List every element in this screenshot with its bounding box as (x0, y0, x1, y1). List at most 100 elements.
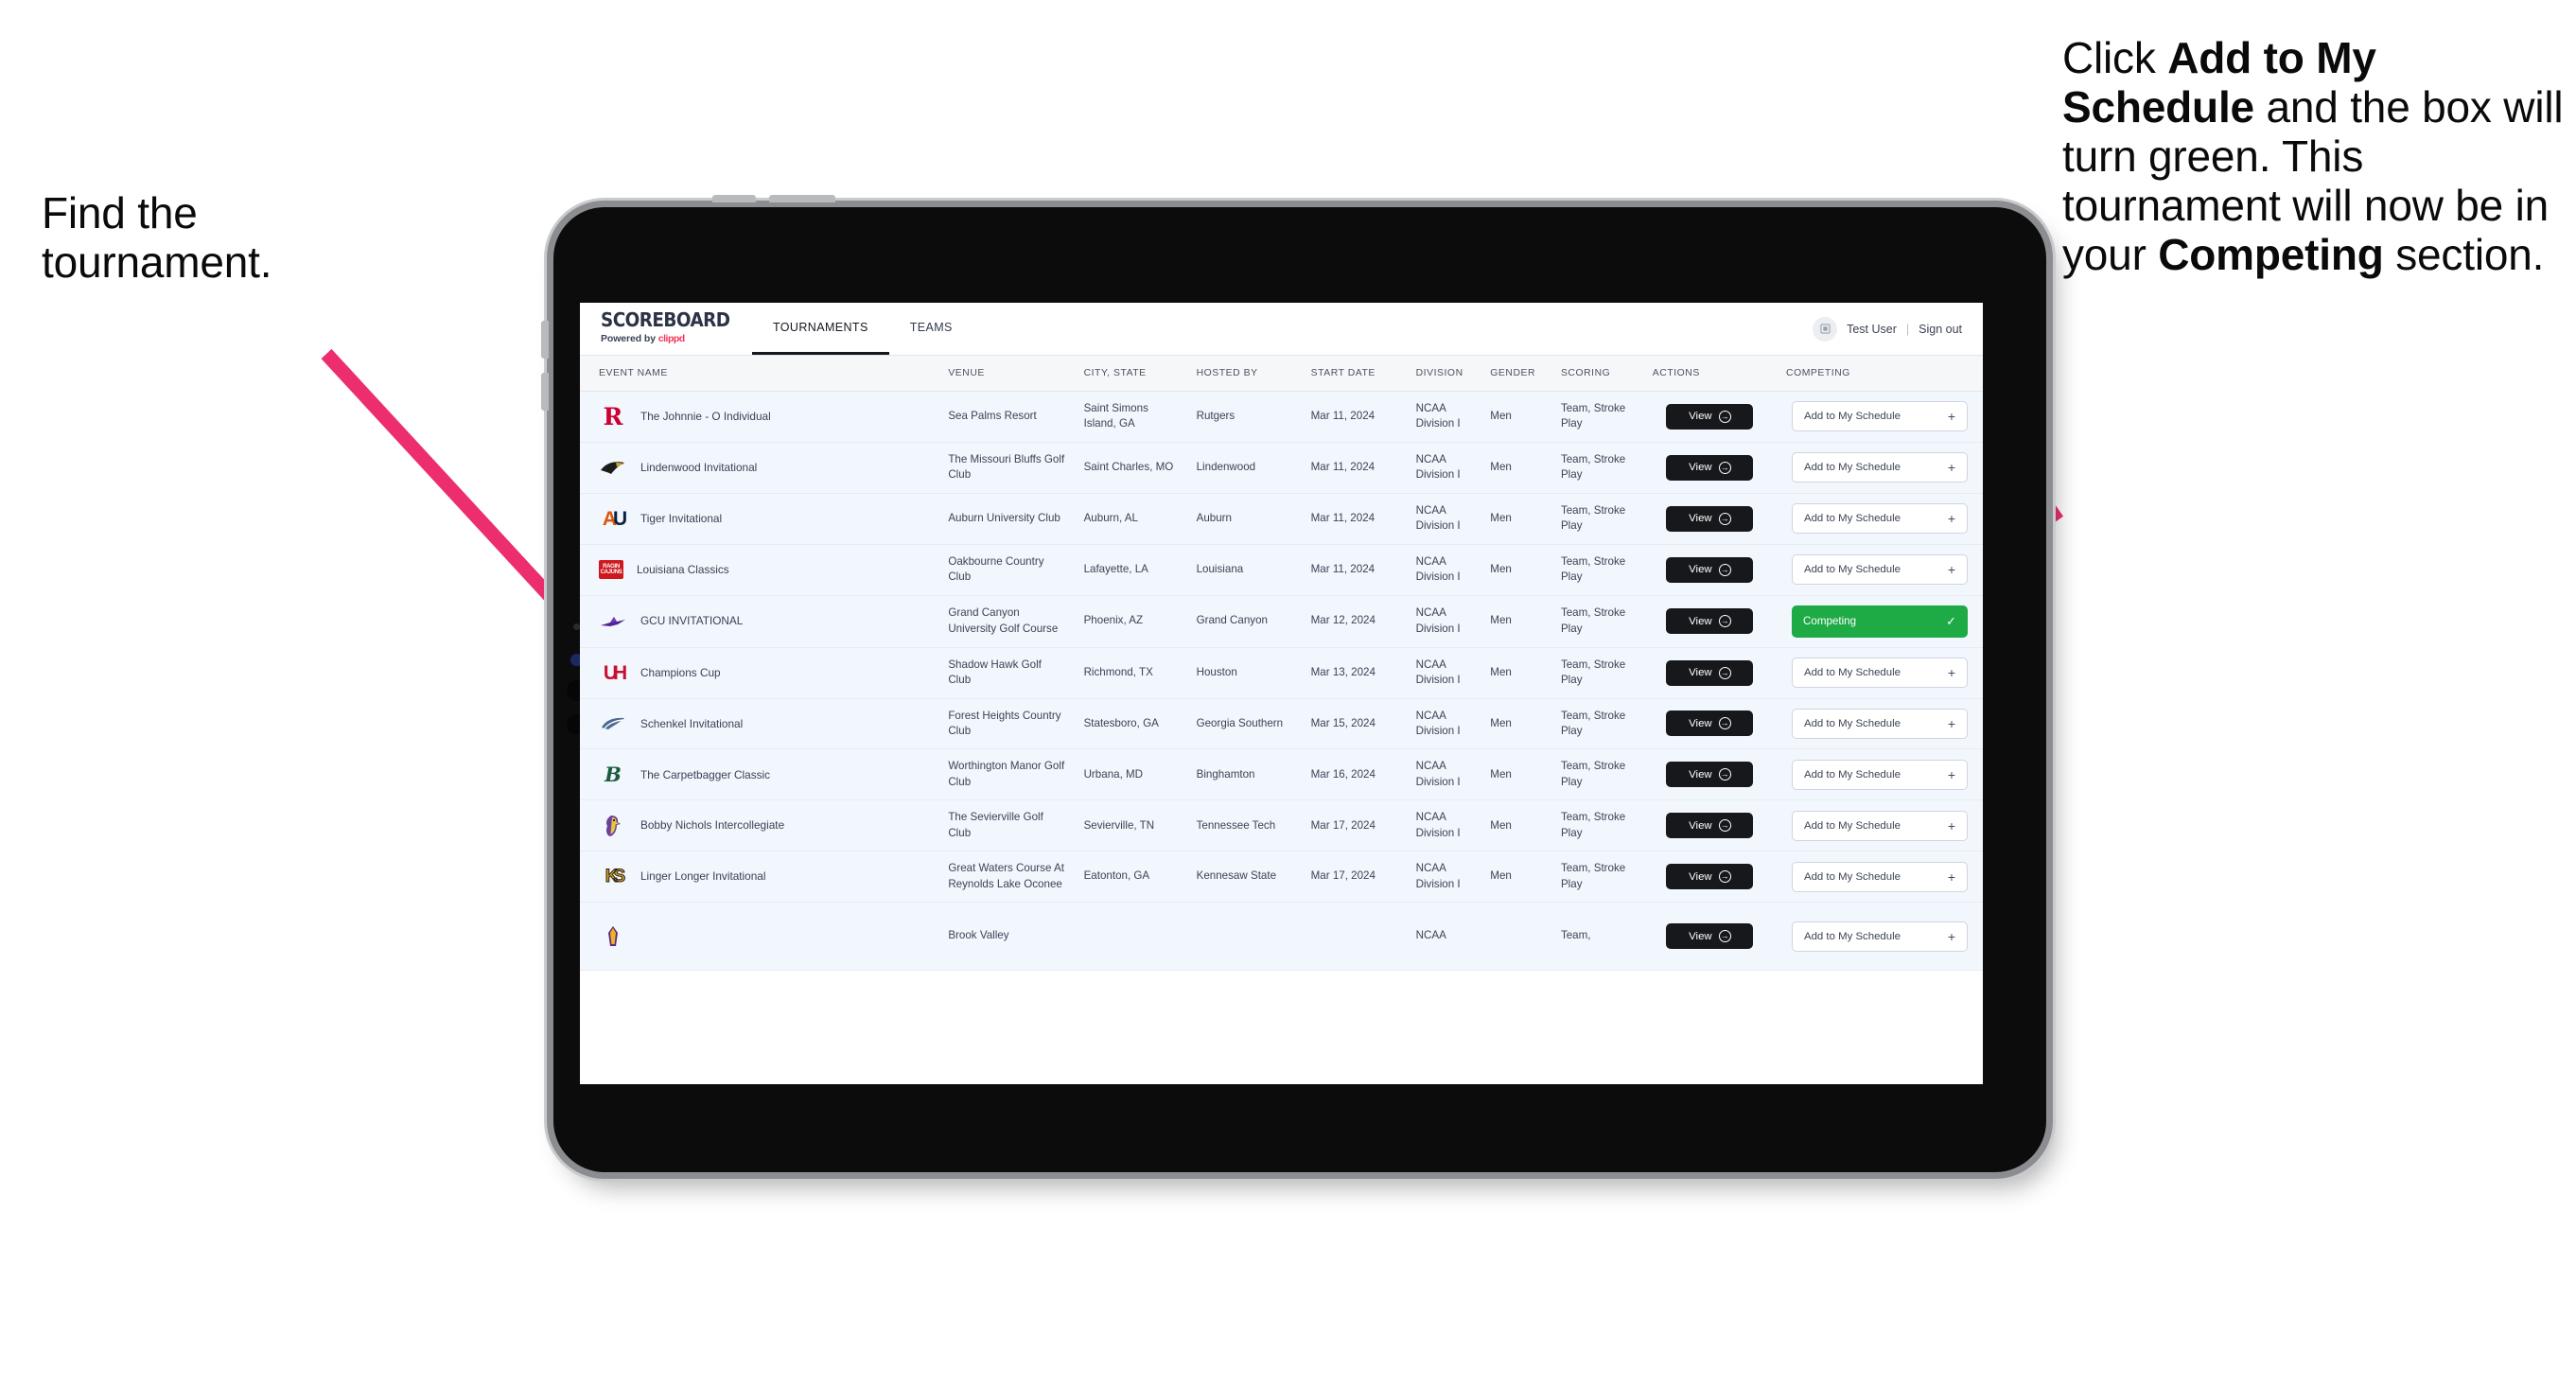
event-name-text: Louisiana Classics (637, 562, 729, 576)
tablet-volume-down-button[interactable] (769, 195, 835, 202)
table-row[interactable]: AU Tiger Invitational Auburn University … (580, 493, 1983, 545)
cell-event-name: Lindenwood Invitational (580, 442, 939, 494)
cell-city: Sevierville, TN (1074, 799, 1187, 852)
add-to-my-schedule-button[interactable]: Add to My Schedule + (1792, 503, 1968, 535)
arrow-right-circle-icon: → (1718, 461, 1731, 474)
view-button[interactable]: View → (1666, 505, 1754, 532)
table-row[interactable]: Schenkel Invitational Forest Heights Cou… (580, 698, 1983, 750)
binghamton-logo: B (605, 763, 622, 787)
view-button[interactable]: View → (1666, 864, 1754, 890)
add-to-my-schedule-label: Add to My Schedule (1804, 930, 1901, 942)
view-button[interactable]: View → (1666, 454, 1754, 481)
col-city-state[interactable]: CITY, STATE (1074, 356, 1187, 392)
event-name-text: Lindenwood Invitational (640, 460, 758, 474)
col-start-date[interactable]: START DATE (1301, 356, 1407, 392)
col-division[interactable]: DIVISION (1406, 356, 1481, 392)
competing-button[interactable]: Competing ✓ (1792, 605, 1968, 638)
view-button[interactable]: View → (1666, 659, 1754, 686)
brand-powered-by: Powered by clippd (601, 333, 739, 344)
view-button[interactable]: View → (1666, 403, 1754, 430)
plus-icon: + (1947, 665, 1955, 681)
cell-host: Kennesaw State (1186, 851, 1302, 904)
col-hosted-by[interactable]: HOSTED BY (1186, 356, 1302, 392)
brand-clippd: clippd (657, 333, 685, 344)
table-row[interactable]: Lindenwood Invitational The Missouri Blu… (580, 442, 1983, 494)
table-row[interactable]: KS Linger Longer Invitational Great Wate… (580, 851, 1983, 904)
add-to-my-schedule-button[interactable]: Add to My Schedule + (1792, 401, 1968, 432)
table-row[interactable]: Bobby Nichols Intercollegiate The Sevier… (580, 799, 1983, 852)
cell-event-name: Schenkel Invitational (580, 698, 939, 750)
view-label: View (1689, 564, 1712, 576)
view-button[interactable]: View → (1666, 923, 1754, 950)
cell-actions: View → (1642, 493, 1778, 545)
add-to-my-schedule-button[interactable]: Add to My Schedule + (1792, 759, 1968, 790)
cell-event-name: KS Linger Longer Invitational (580, 851, 939, 904)
tablet-side-button-upper[interactable] (541, 321, 549, 359)
cell-actions: View → (1642, 698, 1778, 750)
view-label: View (1689, 819, 1712, 832)
brand-logo[interactable]: SCOREBOARD Powered by clippd (580, 303, 739, 355)
view-button[interactable]: View → (1666, 608, 1754, 635)
view-button[interactable]: View → (1666, 711, 1754, 737)
add-to-my-schedule-button[interactable]: Add to My Schedule + (1792, 861, 1968, 892)
col-event-name[interactable]: EVENT NAME (580, 356, 939, 392)
cell-actions: View → (1642, 748, 1778, 801)
add-to-my-schedule-button[interactable]: Add to My Schedule + (1792, 708, 1968, 739)
sign-out-link[interactable]: Sign out (1919, 323, 1962, 336)
cell-event-name: B The Carpetbagger Classic (580, 748, 939, 801)
brand-powered-prefix: Powered by (601, 333, 658, 344)
col-scoring[interactable]: SCORING (1551, 356, 1643, 392)
add-to-my-schedule-button[interactable]: Add to My Schedule + (1792, 810, 1968, 841)
cell-division: NCAA Division I (1406, 799, 1481, 852)
table-row[interactable]: B The Carpetbagger Classic Worthington M… (580, 748, 1983, 801)
event-name-text: Bobby Nichols Intercollegiate (640, 818, 785, 833)
add-to-my-schedule-button[interactable]: Add to My Schedule + (1792, 554, 1968, 586)
tab-teams[interactable]: TEAMS (889, 303, 973, 355)
arrow-right-circle-icon: → (1718, 410, 1731, 423)
add-to-my-schedule-button[interactable]: Add to My Schedule + (1792, 452, 1968, 483)
tournaments-table-scroll[interactable]: EVENT NAME VENUE CITY, STATE HOSTED BY S… (580, 356, 1983, 1084)
view-label: View (1689, 615, 1712, 627)
add-to-my-schedule-button[interactable]: Add to My Schedule + (1792, 658, 1968, 689)
cell-actions: View → (1642, 391, 1778, 443)
table-row[interactable]: GCU INVITATIONAL Grand Canyon University… (580, 595, 1983, 648)
add-to-my-schedule-label: Add to My Schedule (1804, 819, 1901, 832)
arrow-right-circle-icon: → (1718, 768, 1731, 781)
col-gender[interactable]: GENDER (1481, 356, 1551, 392)
table-row[interactable]: Brook Valley NCAA Team, View → Add to My… (580, 902, 1983, 972)
cell-scoring: Team, Stroke Play (1551, 391, 1643, 443)
tab-tournaments[interactable]: TOURNAMENTS (752, 303, 889, 355)
user-avatar-icon[interactable] (1813, 316, 1838, 342)
kennesaw-logo: KS (605, 867, 625, 887)
cell-host: Houston (1186, 647, 1302, 699)
event-name-text: Tiger Invitational (640, 511, 723, 525)
cell-scoring: Team, Stroke Play (1551, 544, 1643, 596)
cell-date: Mar 16, 2024 (1301, 748, 1407, 801)
view-button[interactable]: View → (1666, 813, 1754, 839)
account-username: Test User (1847, 322, 1897, 336)
arrow-right-circle-icon: → (1718, 615, 1731, 628)
cell-city: Statesboro, GA (1074, 698, 1187, 750)
cell-date: Mar 11, 2024 (1301, 493, 1407, 545)
col-competing[interactable]: COMPETING (1777, 356, 1983, 392)
table-header: EVENT NAME VENUE CITY, STATE HOSTED BY S… (580, 356, 1983, 392)
col-venue[interactable]: VENUE (938, 356, 1075, 392)
cell-date: Mar 11, 2024 (1301, 544, 1407, 596)
account-separator: | (1905, 322, 1910, 336)
cell-host: Auburn (1186, 493, 1302, 545)
table-row[interactable]: RAGIN CAJUNS Louisiana Classics Oakbourne… (580, 544, 1983, 596)
tablet-volume-up-button[interactable] (712, 195, 756, 202)
view-button[interactable]: View → (1666, 762, 1754, 788)
cell-event-name: UH Champions Cup (580, 647, 939, 699)
arrow-right-circle-icon: → (1718, 563, 1731, 576)
table-row[interactable]: UH Champions Cup Shadow Hawk Golf Club R… (580, 647, 1983, 699)
add-to-my-schedule-label: Add to My Schedule (1804, 768, 1901, 781)
table-row[interactable]: R The Johnnie - O Individual Sea Palms R… (580, 391, 1983, 443)
col-actions[interactable]: ACTIONS (1642, 356, 1778, 392)
callout-right-bold2: Competing (2158, 229, 2384, 279)
georgia-southern-logo (599, 711, 627, 737)
add-to-my-schedule-button[interactable]: Add to My Schedule + (1792, 921, 1968, 952)
arrow-right-circle-icon: → (1718, 717, 1731, 730)
tablet-side-button-lower[interactable] (541, 373, 549, 411)
view-button[interactable]: View → (1666, 556, 1754, 583)
